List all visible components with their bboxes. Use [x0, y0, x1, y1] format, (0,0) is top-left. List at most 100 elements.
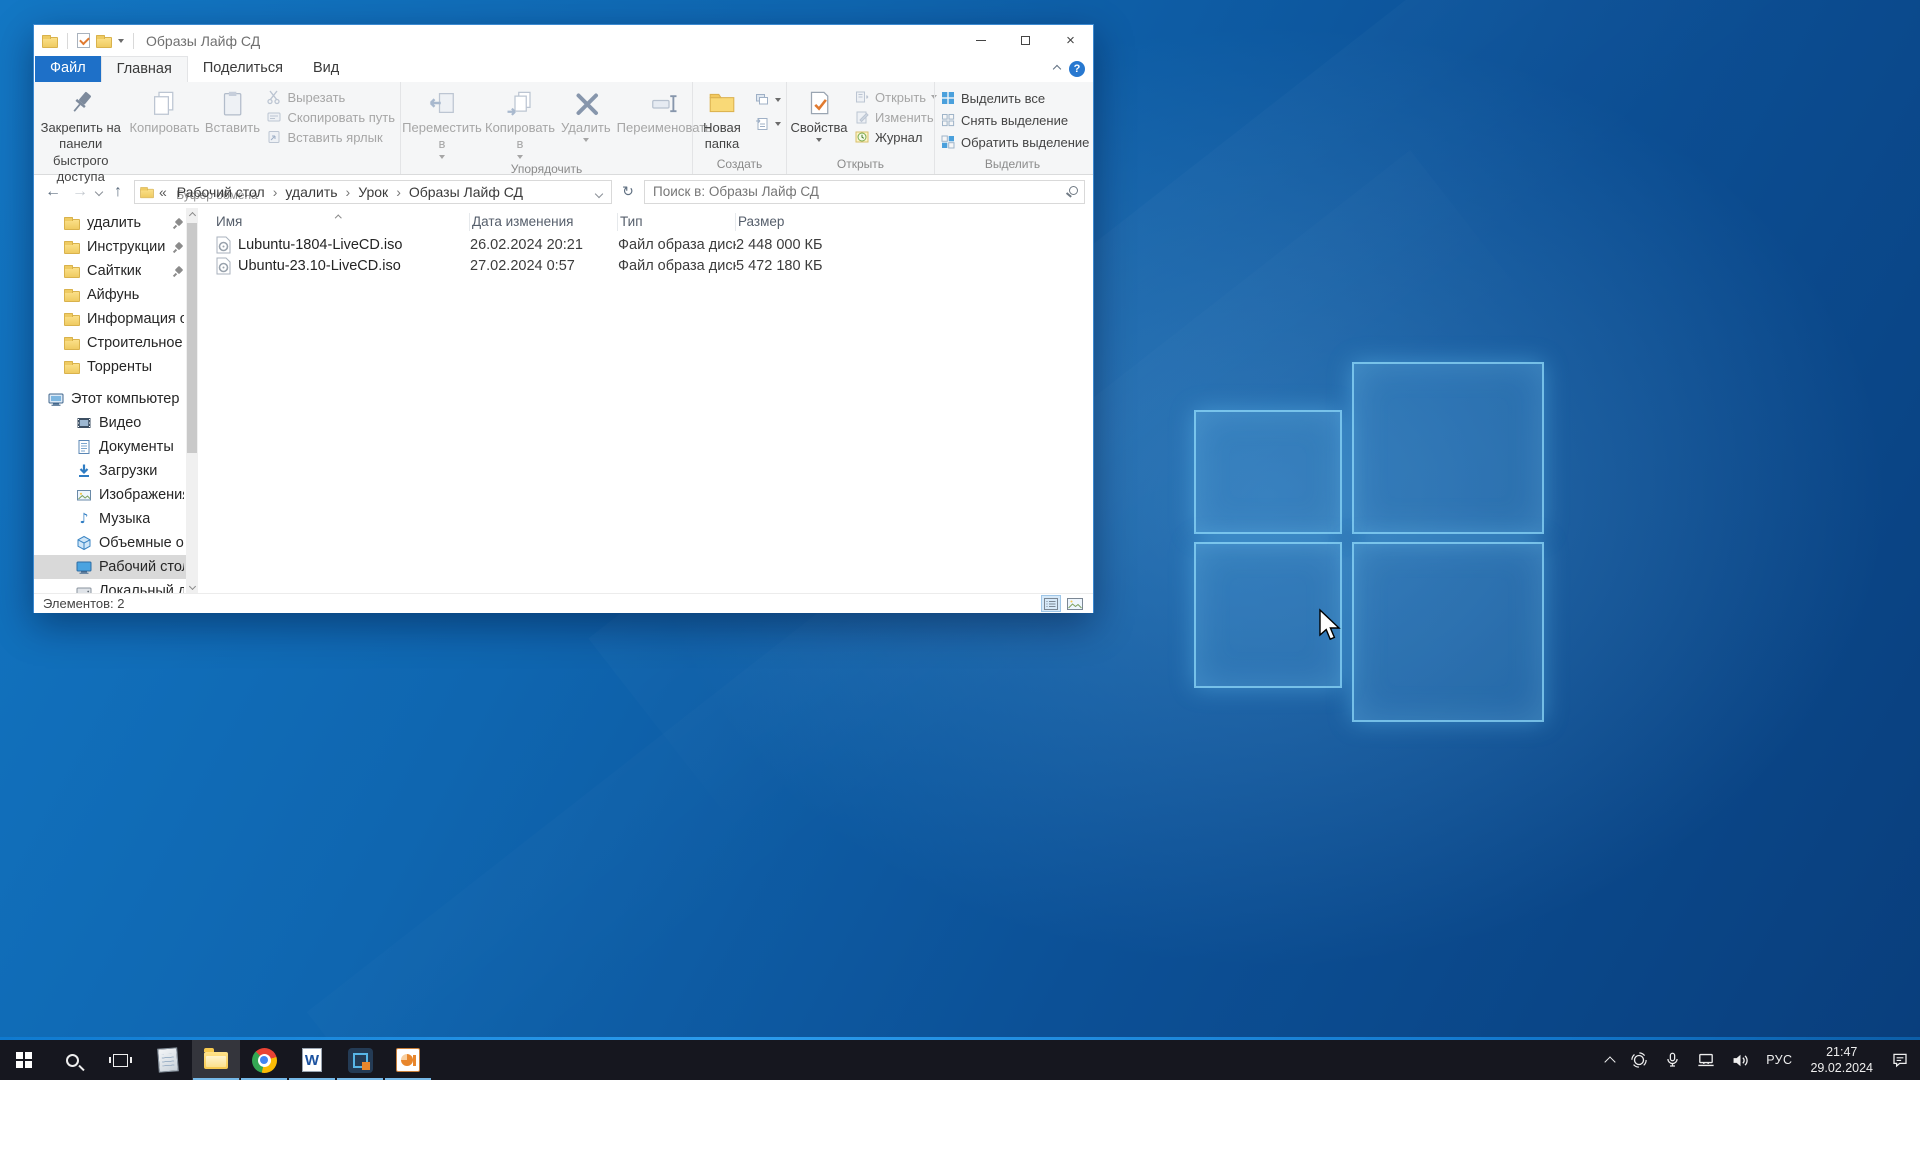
sidebar-scrollbar[interactable]	[186, 208, 198, 593]
properties-button[interactable]: Свойства	[788, 84, 850, 144]
action-center-button[interactable]	[1884, 1040, 1916, 1080]
edit-button[interactable]: Изменить	[854, 109, 937, 125]
start-button[interactable]	[0, 1040, 48, 1080]
forward-button[interactable]: →	[69, 183, 91, 201]
column-header-size[interactable]: Размер	[736, 213, 884, 231]
rename-icon	[649, 88, 679, 118]
scroll-down-button[interactable]	[186, 579, 198, 593]
sidebar-item[interactable]: Торренты	[34, 355, 198, 379]
tab-share[interactable]: Поделиться	[188, 56, 298, 82]
sidebar-item-this-pc[interactable]: Этот компьютер	[34, 387, 198, 411]
refresh-button[interactable]: ↻	[617, 180, 639, 204]
scroll-up-button[interactable]	[186, 208, 198, 222]
search-box	[644, 180, 1085, 204]
sidebar-item[interactable]: удалить	[34, 211, 198, 235]
copy-path-button[interactable]: Скопировать путь	[266, 109, 395, 125]
sidebar-item-music[interactable]: ♪ Музыка	[34, 507, 198, 531]
tab-file[interactable]: Файл	[35, 56, 101, 82]
sidebar-item[interactable]: Сайткик	[34, 259, 198, 283]
thumbnail-view-button[interactable]	[1065, 595, 1085, 612]
sidebar-item[interactable]: Айфунь	[34, 283, 198, 307]
language-indicator[interactable]: РУС	[1759, 1040, 1799, 1080]
breadcrumb-separator-icon[interactable]: ›	[272, 184, 279, 200]
qat-customize-icon[interactable]	[118, 39, 124, 43]
details-view-button[interactable]	[1041, 595, 1061, 612]
collapse-ribbon-icon[interactable]	[1053, 65, 1061, 73]
cut-button[interactable]: Вырезать	[266, 89, 395, 105]
sidebar-item-documents[interactable]: Документы	[34, 435, 198, 459]
tray-network-button[interactable]	[1690, 1040, 1722, 1080]
select-all-button[interactable]: Выделить все	[940, 90, 1089, 106]
help-button[interactable]: ?	[1069, 61, 1085, 77]
maximize-button[interactable]	[1003, 25, 1048, 56]
scrollbar-thumb[interactable]	[187, 223, 197, 453]
copy-to-button[interactable]: Копировать в	[482, 84, 558, 161]
qat-properties-button[interactable]	[77, 33, 90, 48]
file-row[interactable]: Lubuntu-1804-LiveCD.iso 26.02.2024 20:21…	[214, 234, 1093, 255]
taskbar-app-chrome[interactable]	[240, 1040, 288, 1080]
tab-home[interactable]: Главная	[101, 56, 188, 82]
task-view-button[interactable]	[96, 1040, 144, 1080]
iso-file-icon	[216, 257, 231, 275]
sidebar-item-downloads[interactable]: Загрузки	[34, 459, 198, 483]
pin-to-quick-access-button[interactable]: Закрепить на панели быстрого доступа	[35, 84, 126, 187]
sidebar-item-video[interactable]: Видео	[34, 411, 198, 435]
column-header-type[interactable]: Тип	[618, 213, 736, 231]
sidebar-item[interactable]: Инструкции	[34, 235, 198, 259]
search-input[interactable]	[644, 180, 1085, 204]
breadcrumb-item[interactable]: Образы Лайф СД	[403, 184, 529, 200]
invert-selection-button[interactable]: Обратить выделение	[940, 134, 1089, 150]
taskbar-app-notepad[interactable]	[144, 1040, 192, 1080]
taskbar-app-explorer[interactable]	[192, 1040, 240, 1080]
address-dropdown-icon[interactable]	[591, 184, 607, 200]
sidebar-item-3d-objects[interactable]: Объемные объ	[34, 531, 198, 555]
copy-button[interactable]: Копировать	[126, 84, 202, 138]
breadcrumb[interactable]: « Рабочий стол › удалить › Урок › Образы…	[134, 180, 612, 204]
up-button[interactable]: ↑	[107, 183, 129, 201]
tab-view[interactable]: Вид	[298, 56, 354, 82]
tray-microphone-button[interactable]	[1657, 1040, 1688, 1080]
taskbar-search-button[interactable]	[48, 1040, 96, 1080]
taskbar-clock[interactable]: 21:47 29.02.2024	[1801, 1040, 1882, 1080]
breadcrumb-item[interactable]: Рабочий стол	[171, 184, 271, 200]
details-view-icon	[1044, 598, 1058, 610]
breadcrumb-item[interactable]: удалить	[279, 184, 343, 200]
tray-volume-button[interactable]	[1724, 1040, 1757, 1080]
qat-new-folder-button[interactable]	[96, 37, 112, 48]
select-none-button[interactable]: Снять выделение	[940, 112, 1089, 128]
record-icon	[1630, 1051, 1648, 1069]
history-button[interactable]: Журнал	[854, 129, 937, 145]
column-header-name[interactable]: Имя	[214, 213, 470, 231]
tray-recorder-button[interactable]	[1623, 1040, 1655, 1080]
sidebar-item-local-disk[interactable]: Локальный дис	[34, 579, 198, 593]
move-to-button[interactable]: Переместить в	[402, 84, 482, 161]
delete-button[interactable]: Удалить	[558, 84, 614, 144]
new-folder-button[interactable]: Новая папка	[694, 84, 750, 155]
tray-expand-button[interactable]	[1599, 1040, 1621, 1080]
sidebar-item-desktop[interactable]: Рабочий стол	[34, 555, 198, 579]
file-row[interactable]: Ubuntu-23.10-LiveCD.iso 27.02.2024 0:57 …	[214, 255, 1093, 276]
easy-access-button[interactable]	[754, 116, 781, 132]
paste-button[interactable]: Вставить	[202, 84, 262, 138]
minimize-button[interactable]	[958, 25, 1003, 56]
new-item-button[interactable]	[754, 92, 781, 108]
breadcrumb-separator-icon[interactable]: ›	[345, 184, 352, 200]
column-header-date[interactable]: Дата изменения	[470, 213, 618, 231]
cut-icon	[266, 89, 282, 105]
paste-shortcut-button[interactable]: Вставить ярлык	[266, 129, 395, 145]
back-button[interactable]: ←	[42, 183, 64, 201]
vmware-icon	[348, 1048, 373, 1073]
breadcrumb-separator-icon[interactable]: ›	[395, 184, 402, 200]
open-button[interactable]: Открыть	[854, 89, 937, 105]
quick-access-toolbar	[42, 33, 137, 49]
sidebar-item[interactable]: Строительное д	[34, 331, 198, 355]
breadcrumb-item[interactable]: Урок	[352, 184, 394, 200]
close-button[interactable]: ×	[1048, 25, 1093, 56]
taskbar-app-word[interactable]: W	[288, 1040, 336, 1080]
sidebar-item[interactable]: Информация о	[34, 307, 198, 331]
taskbar-app-vmware[interactable]	[336, 1040, 384, 1080]
copy-icon	[149, 88, 179, 118]
sidebar-item-pictures[interactable]: Изображения	[34, 483, 198, 507]
collapsed-path-icon[interactable]: «	[156, 184, 170, 200]
taskbar-app-powerpoint[interactable]	[384, 1040, 432, 1080]
